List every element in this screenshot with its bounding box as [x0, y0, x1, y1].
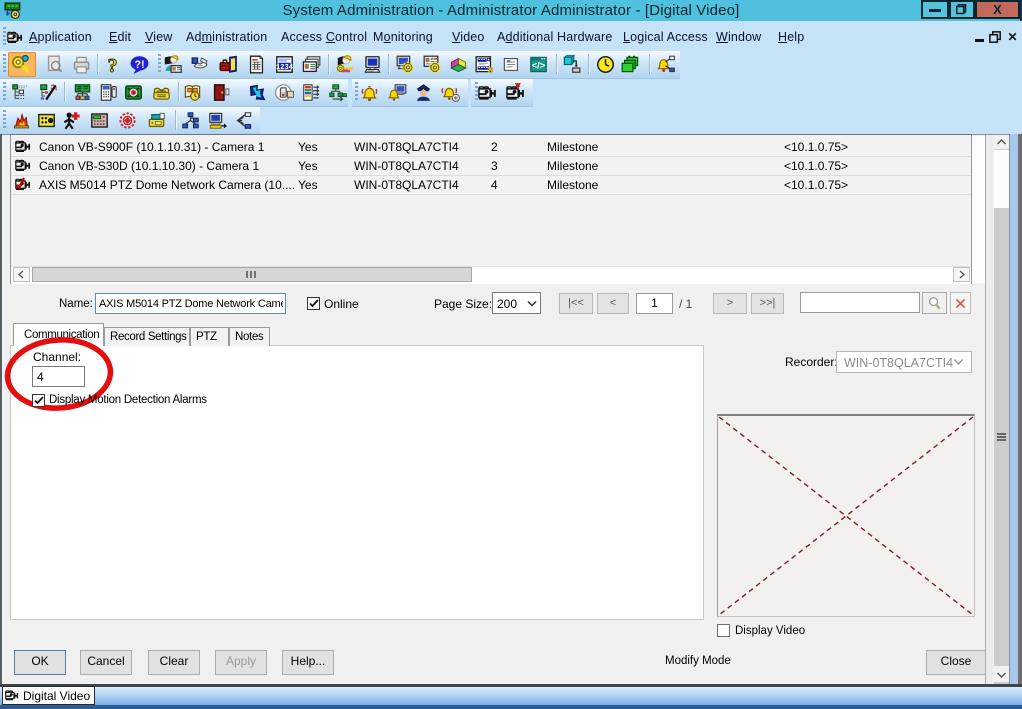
svg-text:</>: </> — [532, 61, 546, 72]
svg-text:?!: ?! — [134, 59, 144, 71]
svg-text:1234: 1234 — [276, 64, 294, 72]
svg-text:?: ? — [107, 55, 117, 74]
